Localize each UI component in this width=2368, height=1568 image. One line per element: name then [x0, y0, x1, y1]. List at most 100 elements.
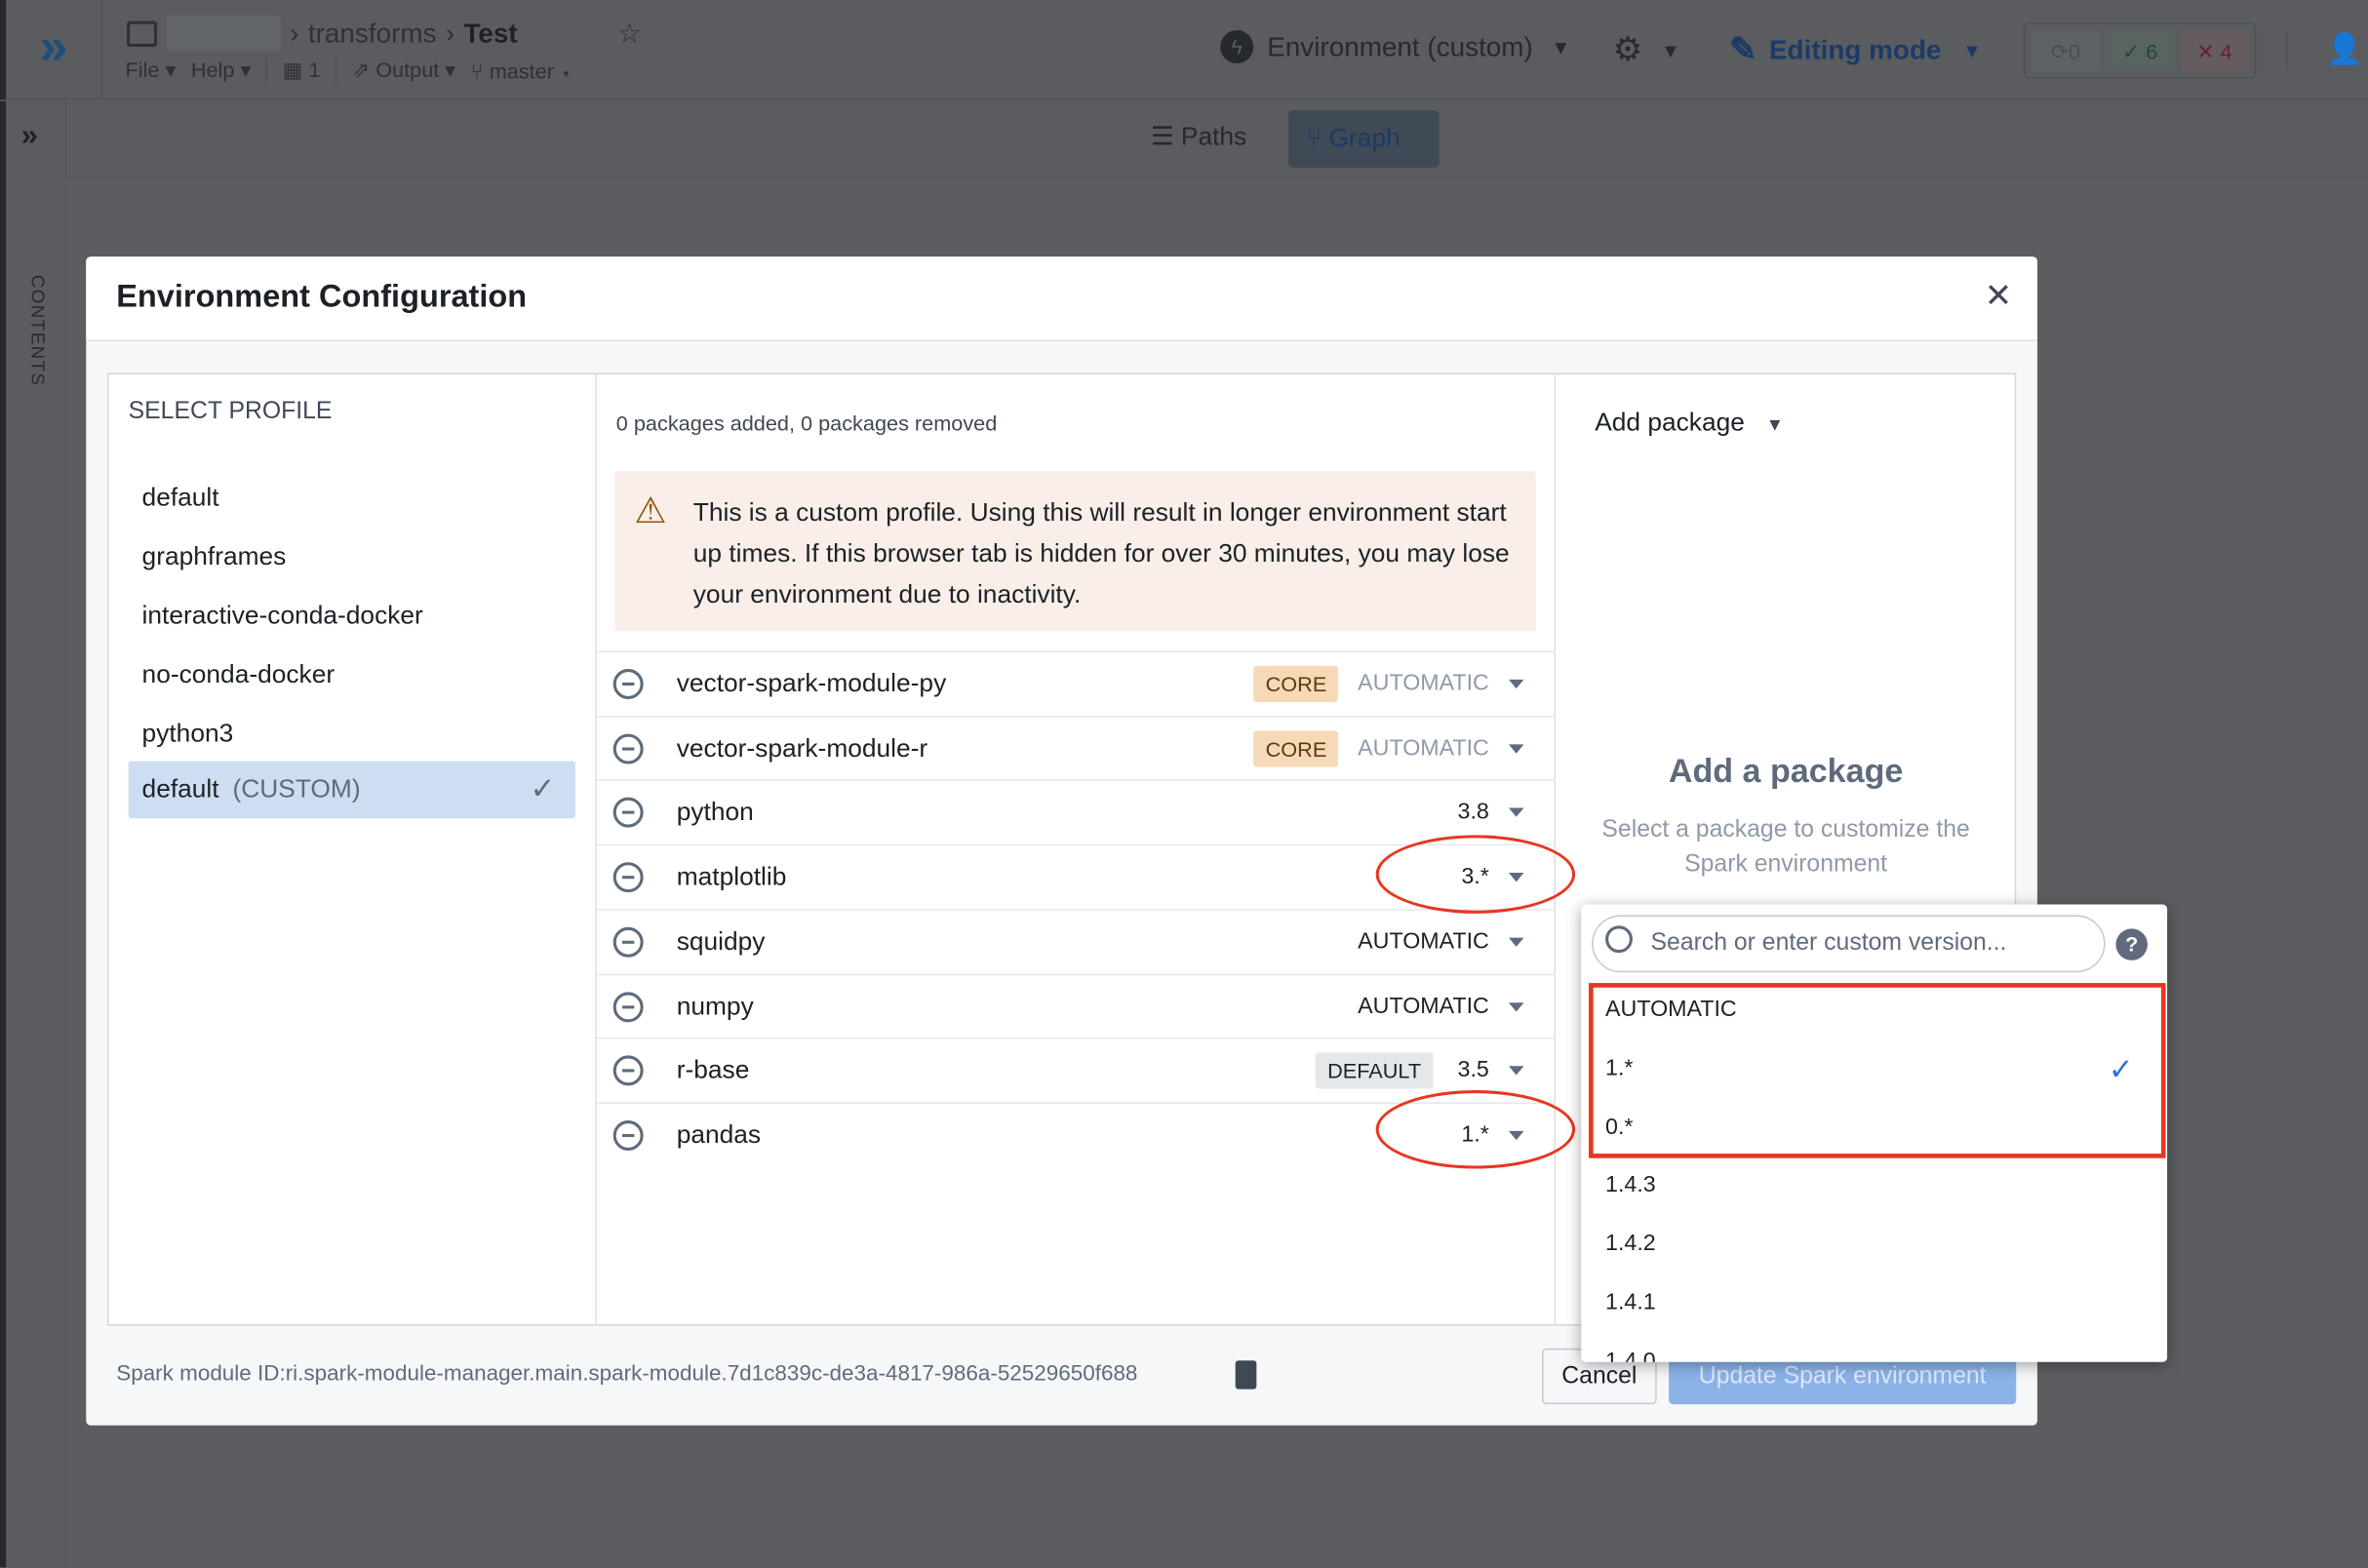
- version-option[interactable]: 1.4.1: [1605, 1289, 1656, 1314]
- remove-icon[interactable]: [612, 862, 644, 893]
- environment-label: Environment (custom): [1267, 30, 1533, 61]
- version-select[interactable]: AUTOMATIC: [1358, 928, 1489, 954]
- version-select[interactable]: 3.8: [1458, 800, 1489, 825]
- warning-callout: ⚠ This is a custom profile. Using this w…: [614, 471, 1536, 632]
- version-option[interactable]: 1.4.0: [1605, 1348, 1656, 1361]
- annotation-ellipse-matplotlib: [1375, 835, 1576, 914]
- package-name: vector-spark-module-r: [676, 733, 928, 763]
- profile-item-selected[interactable]: default (CUSTOM) ✓: [128, 761, 575, 819]
- breadcrumb-transforms[interactable]: transforms: [308, 18, 437, 50]
- check-icon: ✓: [530, 772, 556, 806]
- package-tag: CORE: [1253, 729, 1339, 767]
- help-icon[interactable]: ?: [2115, 928, 2148, 960]
- package-name: vector-spark-module-py: [676, 668, 947, 698]
- environment-menu[interactable]: ϟ Environment (custom) ▼: [1220, 29, 1570, 64]
- package-row: vector-spark-module-r CORE AUTOMATIC: [596, 715, 1556, 781]
- version-option[interactable]: AUTOMATIC: [1605, 997, 1737, 1022]
- tab-graph[interactable]: ⑂ Graph: [1287, 110, 1440, 168]
- check-icon: ✓: [2108, 1053, 2134, 1087]
- editing-mode-menu[interactable]: ✎ Editing mode ▼: [1729, 30, 1982, 69]
- menu-bar: File ▾ Help ▾ ▦ 1 ⇗ Output ▾ ⑂ master ▾: [126, 58, 572, 83]
- package-name: squidpy: [676, 926, 766, 956]
- package-name: r-base: [676, 1055, 750, 1085]
- divider: [335, 58, 337, 83]
- caret-down-icon[interactable]: [1508, 808, 1524, 818]
- user-icon[interactable]: 👤: [2326, 30, 2364, 68]
- branch-menu[interactable]: ⑂ master ▾: [471, 59, 572, 83]
- caret-down-icon[interactable]: [1508, 1066, 1524, 1076]
- help-menu[interactable]: Help ▾: [191, 58, 252, 83]
- chevron-right-icon: ›: [445, 17, 455, 48]
- caret-down-icon[interactable]: [1508, 1001, 1524, 1011]
- version-select[interactable]: AUTOMATIC: [1358, 735, 1489, 761]
- package-row: numpy AUTOMATIC: [596, 973, 1556, 1039]
- package-summary: 0 packages added, 0 packages removed: [615, 411, 998, 435]
- dialog-title: Environment Configuration: [116, 279, 528, 315]
- build-count[interactable]: ▦ 1: [283, 58, 321, 83]
- warning-icon: ⚠: [634, 490, 667, 532]
- star-icon[interactable]: ☆: [617, 18, 642, 50]
- view-tabs: ☰ Paths ⑂ Graph: [66, 100, 2368, 178]
- lightning-icon: ϟ: [1220, 29, 1254, 64]
- clipboard-icon[interactable]: [1235, 1360, 1257, 1390]
- version-select[interactable]: 3.5: [1458, 1057, 1489, 1082]
- tab-paths[interactable]: ☰ Paths: [1151, 122, 1246, 152]
- package-tag: CORE: [1253, 665, 1339, 703]
- folder-icon: [127, 20, 158, 47]
- profile-item[interactable]: interactive-conda-docker: [142, 601, 423, 631]
- version-dropdown: Search or enter custom version... ? AUTO…: [1581, 904, 2168, 1362]
- package-tag: DEFAULT: [1315, 1052, 1434, 1089]
- version-select[interactable]: AUTOMATIC: [1358, 993, 1489, 1018]
- top-bar: » › transforms › Test ☆ File ▾ Help ▾ ▦ …: [0, 0, 2368, 100]
- caret-down-icon[interactable]: [1508, 679, 1524, 689]
- version-select[interactable]: AUTOMATIC: [1358, 671, 1489, 696]
- profile-name: default: [141, 774, 219, 804]
- pending-badge[interactable]: ⟳0: [2031, 29, 2100, 71]
- package-name: matplotlib: [676, 862, 787, 891]
- breadcrumb-test: Test: [463, 17, 518, 48]
- package-row: r-base DEFAULT 3.5: [596, 1038, 1556, 1103]
- profile-item[interactable]: graphframes: [142, 542, 287, 572]
- remove-icon[interactable]: [612, 798, 644, 829]
- expand-contents-icon[interactable]: »: [21, 119, 38, 154]
- caret-down-icon[interactable]: [1508, 743, 1524, 754]
- version-option[interactable]: 1.4.3: [1605, 1172, 1656, 1197]
- remove-icon[interactable]: [612, 1119, 644, 1151]
- warning-text: This is a custom profile. Using this wil…: [692, 498, 1510, 609]
- annotation-ellipse-pandas: [1375, 1090, 1576, 1169]
- empty-state-title: Add a package: [1668, 752, 1904, 790]
- contents-label[interactable]: CONTENTS: [27, 275, 49, 387]
- profile-item[interactable]: default: [142, 484, 219, 514]
- profile-item[interactable]: python3: [142, 719, 234, 749]
- expand-app-icon[interactable]: »: [0, 0, 103, 100]
- version-option[interactable]: 1.*: [1605, 1055, 1633, 1080]
- remove-icon[interactable]: [612, 1055, 644, 1086]
- gear-icon: ⚙: [1612, 29, 1643, 68]
- profile-item[interactable]: no-conda-docker: [142, 660, 335, 690]
- select-profile-heading: SELECT PROFILE: [128, 398, 333, 425]
- remove-icon[interactable]: [612, 926, 644, 958]
- divider: [2286, 29, 2288, 70]
- file-menu[interactable]: File ▾: [126, 58, 177, 83]
- success-badge[interactable]: ✓ 6: [2106, 29, 2175, 71]
- dialog-header: Environment Configuration ✕: [86, 256, 2037, 341]
- remove-icon[interactable]: [612, 991, 644, 1022]
- spark-module-id: Spark module ID:ri.spark-module-manager.…: [116, 1361, 1138, 1387]
- remove-icon[interactable]: [612, 733, 644, 764]
- close-icon[interactable]: ✕: [1985, 276, 2013, 315]
- graph-icon: ⑂: [1306, 123, 1322, 153]
- contents-sidebar: » CONTENTS: [0, 100, 67, 1568]
- caret-down-icon[interactable]: [1508, 937, 1524, 947]
- failed-badge[interactable]: ✕ 4: [2180, 29, 2249, 71]
- search-icon: [1605, 925, 1633, 954]
- remove-icon[interactable]: [612, 668, 644, 699]
- version-option[interactable]: 0.*: [1605, 1114, 1633, 1139]
- add-package-menu[interactable]: Add package ▼: [1595, 408, 1784, 438]
- output-menu[interactable]: ⇗ Output ▾: [352, 58, 455, 83]
- settings-menu[interactable]: ⚙ ▼: [1613, 30, 1680, 69]
- empty-state-text: Select a package to customize the Spark …: [1601, 816, 1970, 878]
- version-option[interactable]: 1.4.2: [1605, 1231, 1656, 1256]
- package-row: vector-spark-module-py CORE AUTOMATIC: [596, 650, 1556, 716]
- profile-suffix: (CUSTOM): [232, 774, 361, 804]
- version-search-input[interactable]: Search or enter custom version...: [1592, 915, 2106, 973]
